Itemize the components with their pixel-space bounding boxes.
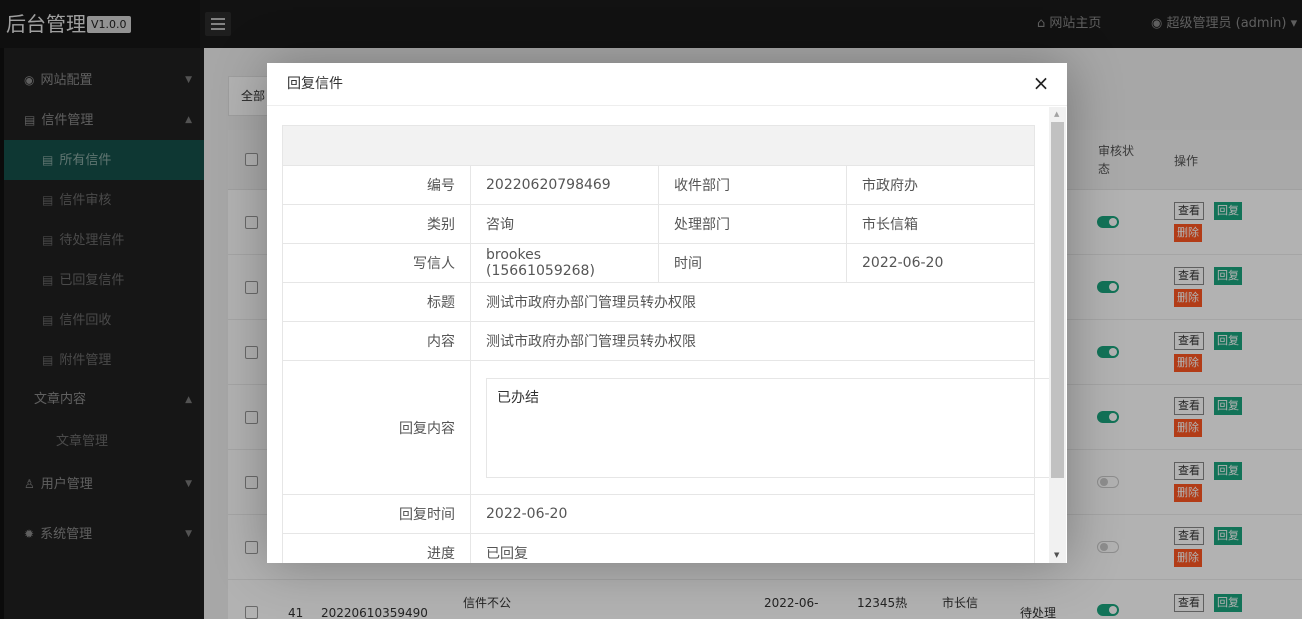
dialog-body: 编号 20220620798469 收件部门 市政府办 类别 咨询 处理部门 市… xyxy=(267,107,1067,563)
progress-value: 已回复 xyxy=(470,533,1035,563)
detail-row: 类别 咨询 处理部门 市长信箱 xyxy=(282,204,1035,244)
close-icon[interactable]: × xyxy=(1032,73,1050,93)
number-label: 编号 xyxy=(282,165,471,205)
dialog-title: 回复信件 xyxy=(267,63,1067,106)
title-value: 测试市政府办部门管理员转办权限 xyxy=(470,282,1035,322)
reply-content-textarea[interactable]: 已办结 xyxy=(486,377,1066,478)
scroll-thumb[interactable] xyxy=(1051,122,1064,478)
reply-letter-dialog: 回复信件 × 编号 20220620798469 收件部门 市政府办 类别 咨询… xyxy=(267,63,1067,563)
writer-value: brookes (15661059268) xyxy=(470,243,659,283)
reply-time-value: 2022-06-20 xyxy=(470,494,1035,534)
title-label: 标题 xyxy=(282,282,471,322)
scroll-up-icon[interactable]: ▲ xyxy=(1054,111,1059,118)
handle-dept-value: 市长信箱 xyxy=(846,204,1035,244)
scroll-down-icon[interactable]: ▼ xyxy=(1054,552,1059,559)
letter-detail-table: 编号 20220620798469 收件部门 市政府办 类别 咨询 处理部门 市… xyxy=(282,125,1066,563)
detail-header-row xyxy=(282,125,1035,166)
recv-dept-label: 收件部门 xyxy=(658,165,847,205)
detail-row: 回复时间 2022-06-20 xyxy=(282,494,1035,534)
category-label: 类别 xyxy=(282,204,471,244)
reply-time-label: 回复时间 xyxy=(282,494,471,534)
recv-dept-value: 市政府办 xyxy=(846,165,1035,205)
detail-row: 进度 已回复 xyxy=(282,533,1035,563)
time-label: 时间 xyxy=(658,243,847,283)
reply-label: 回复内容 xyxy=(282,360,471,495)
handle-dept-label: 处理部门 xyxy=(658,204,847,244)
detail-row: 标题 测试市政府办部门管理员转办权限 xyxy=(282,282,1035,322)
number-value: 20220620798469 xyxy=(470,165,659,205)
writer-label: 写信人 xyxy=(282,243,471,283)
dialog-scrollbar[interactable]: ▲ ▼ xyxy=(1049,107,1066,563)
category-value: 咨询 xyxy=(470,204,659,244)
detail-row: 内容 测试市政府办部门管理员转办权限 xyxy=(282,321,1035,361)
content-value: 测试市政府办部门管理员转办权限 xyxy=(470,321,1035,361)
detail-row: 编号 20220620798469 收件部门 市政府办 xyxy=(282,165,1035,205)
progress-label: 进度 xyxy=(282,533,471,563)
detail-row: 回复内容 已办结 xyxy=(282,360,1066,495)
detail-row: 写信人 brookes (15661059268) 时间 2022-06-20 xyxy=(282,243,1035,283)
content-label: 内容 xyxy=(282,321,471,361)
time-value: 2022-06-20 xyxy=(846,243,1035,283)
